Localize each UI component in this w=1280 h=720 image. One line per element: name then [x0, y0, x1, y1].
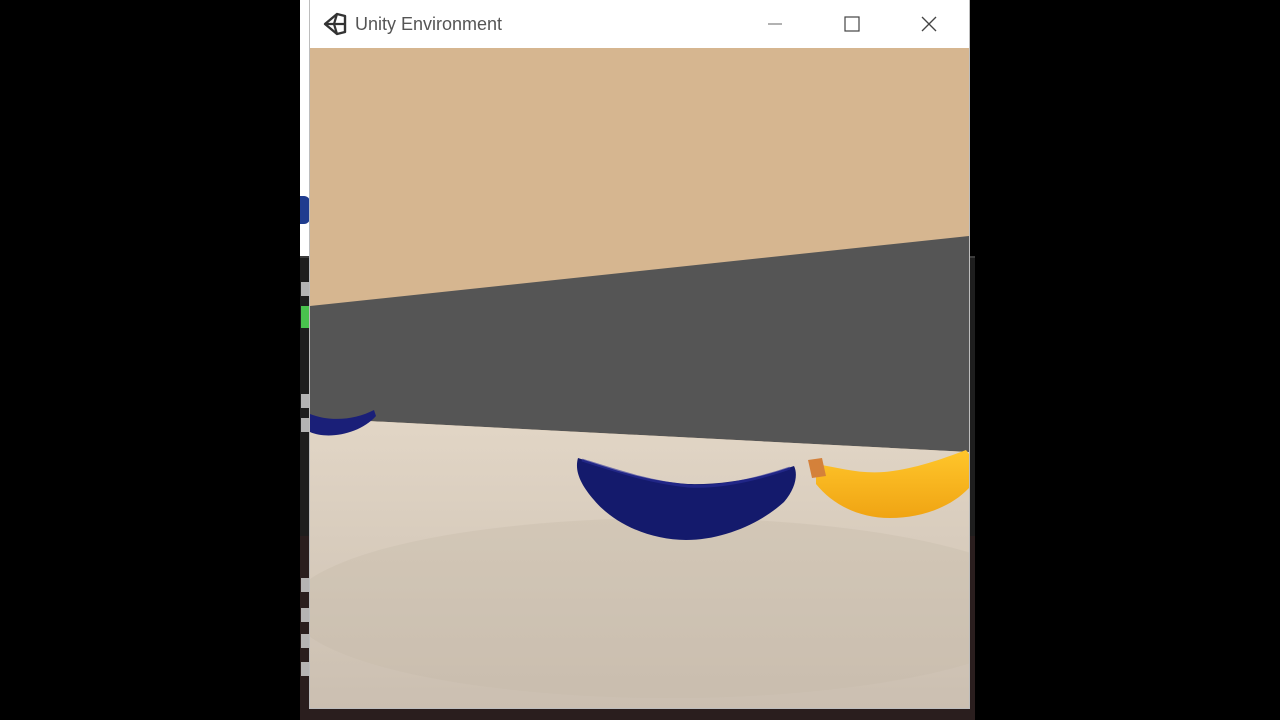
unity-window[interactable]: Unity Environment — [310, 0, 969, 708]
maximize-icon — [844, 16, 860, 32]
background-window-fragment — [300, 196, 310, 224]
close-button[interactable] — [897, 0, 961, 48]
window-title: Unity Environment — [355, 14, 503, 34]
minimize-button[interactable] — [743, 0, 807, 48]
maximize-button[interactable] — [820, 0, 884, 48]
minimize-icon — [768, 23, 782, 25]
window-titlebar[interactable]: Unity Environment — [310, 0, 969, 48]
floor-shade — [310, 518, 969, 698]
game-scene — [310, 48, 969, 708]
unity-logo-icon — [322, 11, 348, 37]
game-viewport[interactable] — [310, 48, 969, 708]
close-icon — [921, 16, 937, 32]
